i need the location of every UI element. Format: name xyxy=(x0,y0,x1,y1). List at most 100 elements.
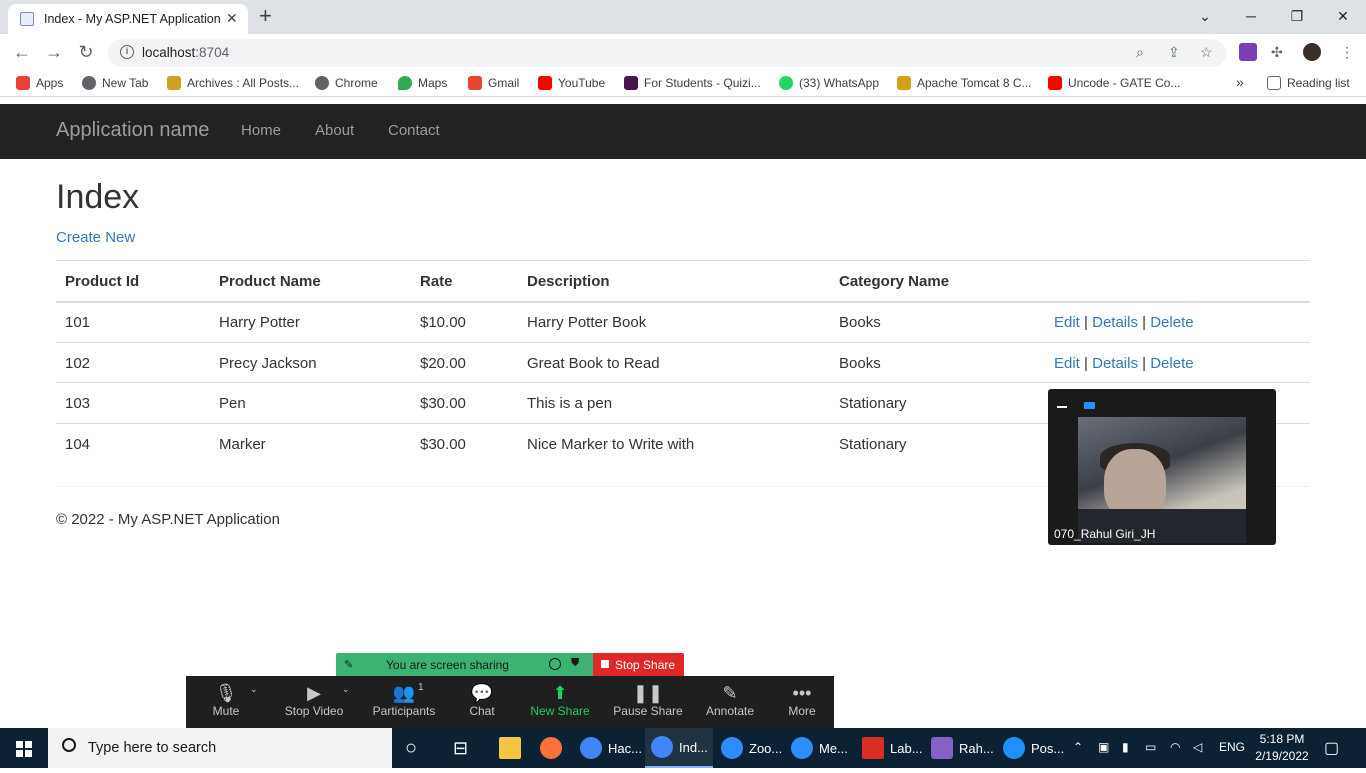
details-link[interactable]: Details xyxy=(1092,314,1138,331)
page-title: Index xyxy=(56,178,140,216)
zoom-video-window[interactable]: 070_Rahul Giri_JH xyxy=(1048,389,1276,545)
bookmark-apps[interactable]: Apps xyxy=(16,76,63,90)
new-tab-button[interactable]: + xyxy=(259,5,272,27)
share-icon[interactable]: ⇪ xyxy=(1168,44,1180,61)
bookmark-youtube[interactable]: YouTube xyxy=(538,76,605,90)
task-view-icon[interactable]: ⊟ xyxy=(453,728,468,768)
bookmark-uncode[interactable]: Uncode - GATE Co... xyxy=(1048,76,1180,90)
recording-icon xyxy=(549,658,561,670)
taskbar-search-box[interactable]: Type here to search xyxy=(48,728,392,768)
participant-name: 070_Rahul Giri_JH xyxy=(1054,527,1156,541)
cell-product-id: 104 xyxy=(65,436,91,453)
brand-link[interactable]: Application name xyxy=(56,119,209,142)
bookmark-star-icon[interactable]: ☆ xyxy=(1200,44,1213,61)
col-header-product-id: Product Id xyxy=(65,273,140,290)
pause-share-button[interactable]: ❚❚ Pause Share xyxy=(612,676,684,728)
screen-sharing-text: You are screen sharing xyxy=(386,658,509,672)
back-arrow-icon[interactable]: ← xyxy=(11,41,33,63)
delete-link[interactable]: Delete xyxy=(1150,355,1193,372)
bookmark-tomcat[interactable]: Apache Tomcat 8 C... xyxy=(897,76,1032,90)
extension-icon[interactable] xyxy=(1239,43,1257,61)
wifi-icon[interactable]: ◠ xyxy=(1170,740,1180,754)
edit-link[interactable]: Edit xyxy=(1054,314,1080,331)
bookmark-maps[interactable]: Maps xyxy=(398,76,447,90)
stop-video-button[interactable]: ▶ Stop Video xyxy=(282,676,346,728)
chat-button[interactable]: 💬 Chat xyxy=(458,676,506,728)
taskbar-app-zoo[interactable]: Zoo... xyxy=(721,728,782,768)
forward-arrow-icon[interactable]: → xyxy=(43,41,65,63)
site-info-icon[interactable]: i xyxy=(120,45,134,59)
zoom-lens-icon[interactable]: ⌕ xyxy=(1136,44,1144,61)
participants-button[interactable]: 👥 Participants xyxy=(370,676,438,728)
taskbar-clock[interactable]: 5:18 PM 2/19/2022 xyxy=(1250,731,1314,765)
cortana-icon[interactable]: ○ xyxy=(405,728,417,768)
reload-icon[interactable]: ↻ xyxy=(75,41,97,63)
stop-share-label: Stop Share xyxy=(615,658,676,672)
battery-icon[interactable]: ▭ xyxy=(1145,740,1156,754)
nav-contact[interactable]: Contact xyxy=(388,122,440,139)
taskbar-app-pos[interactable]: Pos... xyxy=(1003,728,1064,768)
video-options-chevron-icon[interactable]: ⌄ xyxy=(342,684,350,695)
taskbar-app-hac[interactable]: Hac... xyxy=(580,728,642,768)
minimize-video-icon[interactable] xyxy=(1057,406,1067,408)
audio-options-chevron-icon[interactable]: ⌄ xyxy=(250,684,258,695)
extensions-puzzle-icon[interactable]: ✣ xyxy=(1271,44,1283,61)
taskbar-app-lab[interactable]: Lab... xyxy=(862,728,923,768)
zoom-icon xyxy=(721,737,743,759)
reading-list-button[interactable]: Reading list xyxy=(1267,76,1350,90)
nav-home[interactable]: Home xyxy=(241,122,281,139)
volume-icon[interactable]: ◁ xyxy=(1193,740,1202,754)
firefox-button[interactable] xyxy=(540,728,562,768)
bookmark-quizizz[interactable]: For Students - Quizi... xyxy=(624,76,761,90)
edit-link[interactable]: Edit xyxy=(1054,355,1080,372)
tab-close-icon[interactable]: ✕ xyxy=(226,10,238,27)
tomcat-icon xyxy=(897,76,911,90)
bookmark-chrome[interactable]: Chrome xyxy=(315,76,378,90)
cell-rate: $10.00 xyxy=(420,314,466,331)
network-drive-icon[interactable]: ▣ xyxy=(1098,740,1109,754)
stop-video-label: Stop Video xyxy=(284,704,344,718)
bookmark-whatsapp[interactable]: (33) WhatsApp xyxy=(779,76,879,90)
bookmark-archives[interactable]: Archives : All Posts... xyxy=(167,76,299,90)
screen-sharing-banner[interactable]: ✎ You are screen sharing ⛊ xyxy=(336,653,593,676)
new-share-label: New Share xyxy=(530,704,590,718)
bookmark-new-tab[interactable]: New Tab xyxy=(82,76,148,90)
taskbar-app-me[interactable]: Me... xyxy=(791,728,848,768)
file-explorer-button[interactable] xyxy=(499,728,521,768)
profile-avatar[interactable] xyxy=(1303,43,1321,61)
bookmarks-overflow-button[interactable]: » xyxy=(1236,74,1244,90)
taskbar-app-ind[interactable]: Ind... xyxy=(645,728,713,768)
notifications-icon[interactable]: ▢ xyxy=(1324,738,1339,758)
video-view-toggle-icon[interactable] xyxy=(1084,402,1095,409)
taskbar-app-rah[interactable]: Rah... xyxy=(931,728,994,768)
language-indicator[interactable]: ENG xyxy=(1219,740,1245,754)
new-share-button[interactable]: ⬆ New Share xyxy=(526,676,594,728)
microphone-tray-icon[interactable]: ▮ xyxy=(1122,740,1129,754)
nav-about[interactable]: About xyxy=(315,122,354,139)
tab-search-icon[interactable]: ⌄ xyxy=(1182,4,1228,28)
bookmark-label: For Students - Quizi... xyxy=(644,76,761,90)
delete-link[interactable]: Delete xyxy=(1150,314,1193,331)
tab-title: Index - My ASP.NET Application xyxy=(44,12,221,26)
address-bar[interactable]: i localhost:8704 xyxy=(108,39,1226,67)
quizizz-icon xyxy=(624,76,638,90)
stop-share-button[interactable]: Stop Share xyxy=(593,653,684,676)
pin-icon[interactable]: ✎ xyxy=(344,658,353,671)
details-link[interactable]: Details xyxy=(1092,355,1138,372)
create-new-link[interactable]: Create New xyxy=(56,229,135,246)
search-icon xyxy=(62,738,76,752)
window-close-button[interactable]: ✕ xyxy=(1320,4,1366,28)
browser-tab[interactable]: Index - My ASP.NET Application ✕ xyxy=(8,4,248,34)
mute-button[interactable]: 🎙 Mute xyxy=(202,676,250,728)
annotate-button[interactable]: ✎ Annotate xyxy=(700,676,760,728)
bookmark-gmail[interactable]: Gmail xyxy=(468,76,519,90)
pause-share-label: Pause Share xyxy=(613,704,683,718)
browser-menu-icon[interactable]: ⋮ xyxy=(1340,44,1354,61)
url-text[interactable]: localhost:8704 xyxy=(142,45,229,60)
window-restore-button[interactable]: ❐ xyxy=(1274,4,1320,28)
window-minimize-button[interactable]: ─ xyxy=(1228,4,1274,28)
cell-product-id: 103 xyxy=(65,395,91,412)
windows-start-button[interactable] xyxy=(0,728,48,768)
show-hidden-icons-chevron-icon[interactable]: ⌃ xyxy=(1073,740,1083,754)
more-button[interactable]: ••• More xyxy=(778,676,826,728)
